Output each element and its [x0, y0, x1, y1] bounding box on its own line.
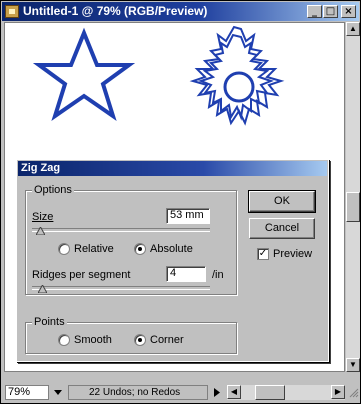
ridges-slider[interactable] [32, 286, 210, 290]
corner-label: Corner [150, 334, 184, 346]
cancel-button[interactable]: Cancel [249, 218, 315, 239]
star-shape[interactable] [32, 27, 136, 121]
ridges-slider-thumb-icon[interactable] [38, 285, 47, 293]
vertical-scroll-thumb[interactable] [346, 192, 360, 222]
dialog-title[interactable]: Zig Zag [18, 161, 327, 176]
zoom-dropdown-icon[interactable] [51, 385, 65, 400]
maximize-button[interactable]: □ [323, 5, 338, 18]
ridges-label: Ridges per segment [32, 269, 131, 281]
resize-grip-icon[interactable] [347, 385, 359, 400]
size-field[interactable]: 53 mm [166, 208, 210, 224]
ridges-field[interactable]: 4 [166, 266, 206, 282]
status-bar: 79% 22 Undos; no Redos ◀ ▶ [2, 384, 359, 401]
preview-label: Preview [273, 248, 313, 260]
absolute-label: Absolute [150, 243, 193, 255]
size-slider-thumb-icon[interactable] [36, 227, 45, 235]
artwork [32, 25, 285, 126]
corner-radio[interactable] [134, 334, 146, 346]
preview-checkbox[interactable]: ✓ [257, 248, 269, 260]
smooth-radio[interactable] [58, 334, 70, 346]
scroll-up-arrow-icon[interactable]: ▲ [346, 22, 360, 36]
scroll-down-arrow-icon[interactable]: ▼ [346, 358, 360, 372]
points-group: Points Smooth Corner [25, 316, 237, 354]
close-button[interactable]: × [341, 5, 356, 18]
absolute-radio[interactable] [134, 243, 146, 255]
status-text: 22 Undos; no Redos [68, 385, 208, 400]
smooth-label: Smooth [74, 334, 112, 346]
relative-radio[interactable] [58, 243, 70, 255]
scroll-right-arrow-icon[interactable]: ▶ [331, 385, 345, 399]
size-slider[interactable] [32, 228, 210, 232]
zigzag-dialog: Zig Zag Options Size 53 mm Relative Abso… [16, 159, 329, 362]
options-group-label: Options [32, 184, 74, 196]
vertical-scrollbar[interactable]: ▲ ▼ [346, 22, 360, 372]
title-bar[interactable]: Untitled-1 @ 79% (RGB/Preview) _ □ × [2, 2, 359, 21]
relative-label: Relative [74, 243, 114, 255]
ridges-unit: /in [212, 269, 224, 281]
scroll-left-arrow-icon[interactable]: ◀ [227, 385, 241, 399]
zigzag-star-shape[interactable] [189, 25, 285, 126]
horizontal-scrollbar[interactable]: ◀ ▶ [227, 385, 345, 400]
document-icon [5, 5, 19, 18]
status-menu-icon[interactable] [210, 385, 224, 400]
ok-button[interactable]: OK [248, 190, 316, 213]
horizontal-scroll-thumb[interactable] [255, 385, 285, 400]
zoom-field[interactable]: 79% [5, 385, 49, 400]
document-window: Untitled-1 @ 79% (RGB/Preview) _ □ × ▲ ▼… [0, 0, 361, 404]
points-group-label: Points [32, 316, 67, 328]
window-title: Untitled-1 @ 79% (RGB/Preview) [23, 4, 208, 18]
options-group: Options Size 53 mm Relative Absolute Rid… [25, 184, 237, 295]
minimize-button[interactable]: _ [307, 5, 322, 18]
size-label: Size [32, 211, 54, 223]
